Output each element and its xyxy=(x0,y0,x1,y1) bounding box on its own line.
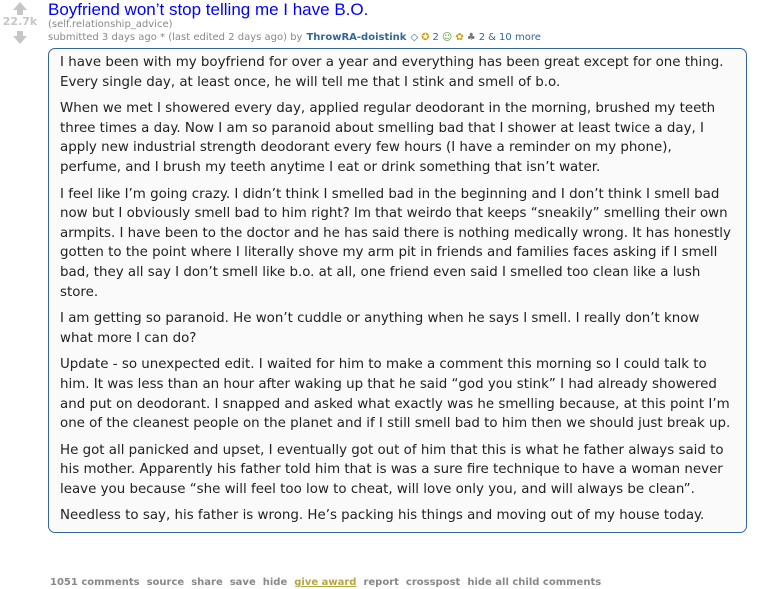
hide-link[interactable]: hide xyxy=(263,577,288,588)
selftext-paragraph: I feel like I’m going crazy. I didn’t th… xyxy=(60,186,731,300)
wholesome-award-icon[interactable]: ☺ xyxy=(442,31,452,44)
hide-child-comments-link[interactable]: hide all child comments xyxy=(467,577,601,588)
downvote-arrow-icon xyxy=(13,36,27,44)
author-link[interactable]: ThrowRA-doistink xyxy=(306,31,406,44)
comments-link[interactable]: 1051 comments xyxy=(50,577,140,588)
post-entry: Boyfriend won’t stop telling me I have B… xyxy=(48,0,753,44)
submitted-text: submitted 3 days ago * (last edited 2 da… xyxy=(48,32,303,43)
report-link[interactable]: report xyxy=(363,577,398,588)
selftext-paragraph: Needless to say, his father is wrong. He… xyxy=(60,508,705,524)
selftext-paragraph: I am getting so paranoid. He won’t cuddl… xyxy=(60,311,700,346)
upvote-arrow-icon xyxy=(13,2,27,10)
post-domain[interactable]: (self.relationship_advice) xyxy=(48,19,753,31)
gold-award-icon[interactable]: ✪ xyxy=(421,31,429,44)
post-score: 22.7k xyxy=(2,15,38,28)
awards-more-link[interactable]: & 10 more xyxy=(488,31,541,44)
save-link[interactable]: save xyxy=(230,577,256,588)
vote-column: 22.7k xyxy=(0,0,40,44)
post-selftext: I have been with my boyfriend for over a… xyxy=(48,48,747,534)
selftext-paragraph: I have been with my boyfriend for over a… xyxy=(60,55,724,90)
give-award-link[interactable]: give award xyxy=(294,577,356,588)
selftext-paragraph: Update - so unexpected edit. I waited fo… xyxy=(60,357,731,432)
post-title-link[interactable]: Boyfriend won’t stop telling me I have B… xyxy=(48,0,368,19)
helpful-award-count: 2 xyxy=(478,32,486,43)
post-buttons: 1051 comments source share save hide giv… xyxy=(50,577,601,588)
selftext-paragraph: He got all panicked and upset, I eventua… xyxy=(60,442,724,497)
gold-award-count: 2 xyxy=(432,32,439,43)
downvote-button[interactable] xyxy=(13,31,27,44)
silver-award-icon[interactable]: ◇ xyxy=(410,31,418,44)
post-tagline: submitted 3 days ago * (last edited 2 da… xyxy=(48,31,753,44)
helpful-award-icon[interactable]: ♣ xyxy=(467,31,476,44)
selftext-paragraph: When we met I showered every day, applie… xyxy=(60,101,716,175)
upvote-button[interactable] xyxy=(13,2,27,15)
title-line: Boyfriend won’t stop telling me I have B… xyxy=(48,0,753,19)
hugz-award-icon[interactable]: ✿ xyxy=(455,31,463,44)
awards-list[interactable]: ◇ ✪ 2 ☺ ✿ ♣ 2 & 10 more xyxy=(410,31,540,44)
crosspost-link[interactable]: crosspost xyxy=(406,577,460,588)
source-link[interactable]: source xyxy=(147,577,185,588)
share-link[interactable]: share xyxy=(191,577,223,588)
